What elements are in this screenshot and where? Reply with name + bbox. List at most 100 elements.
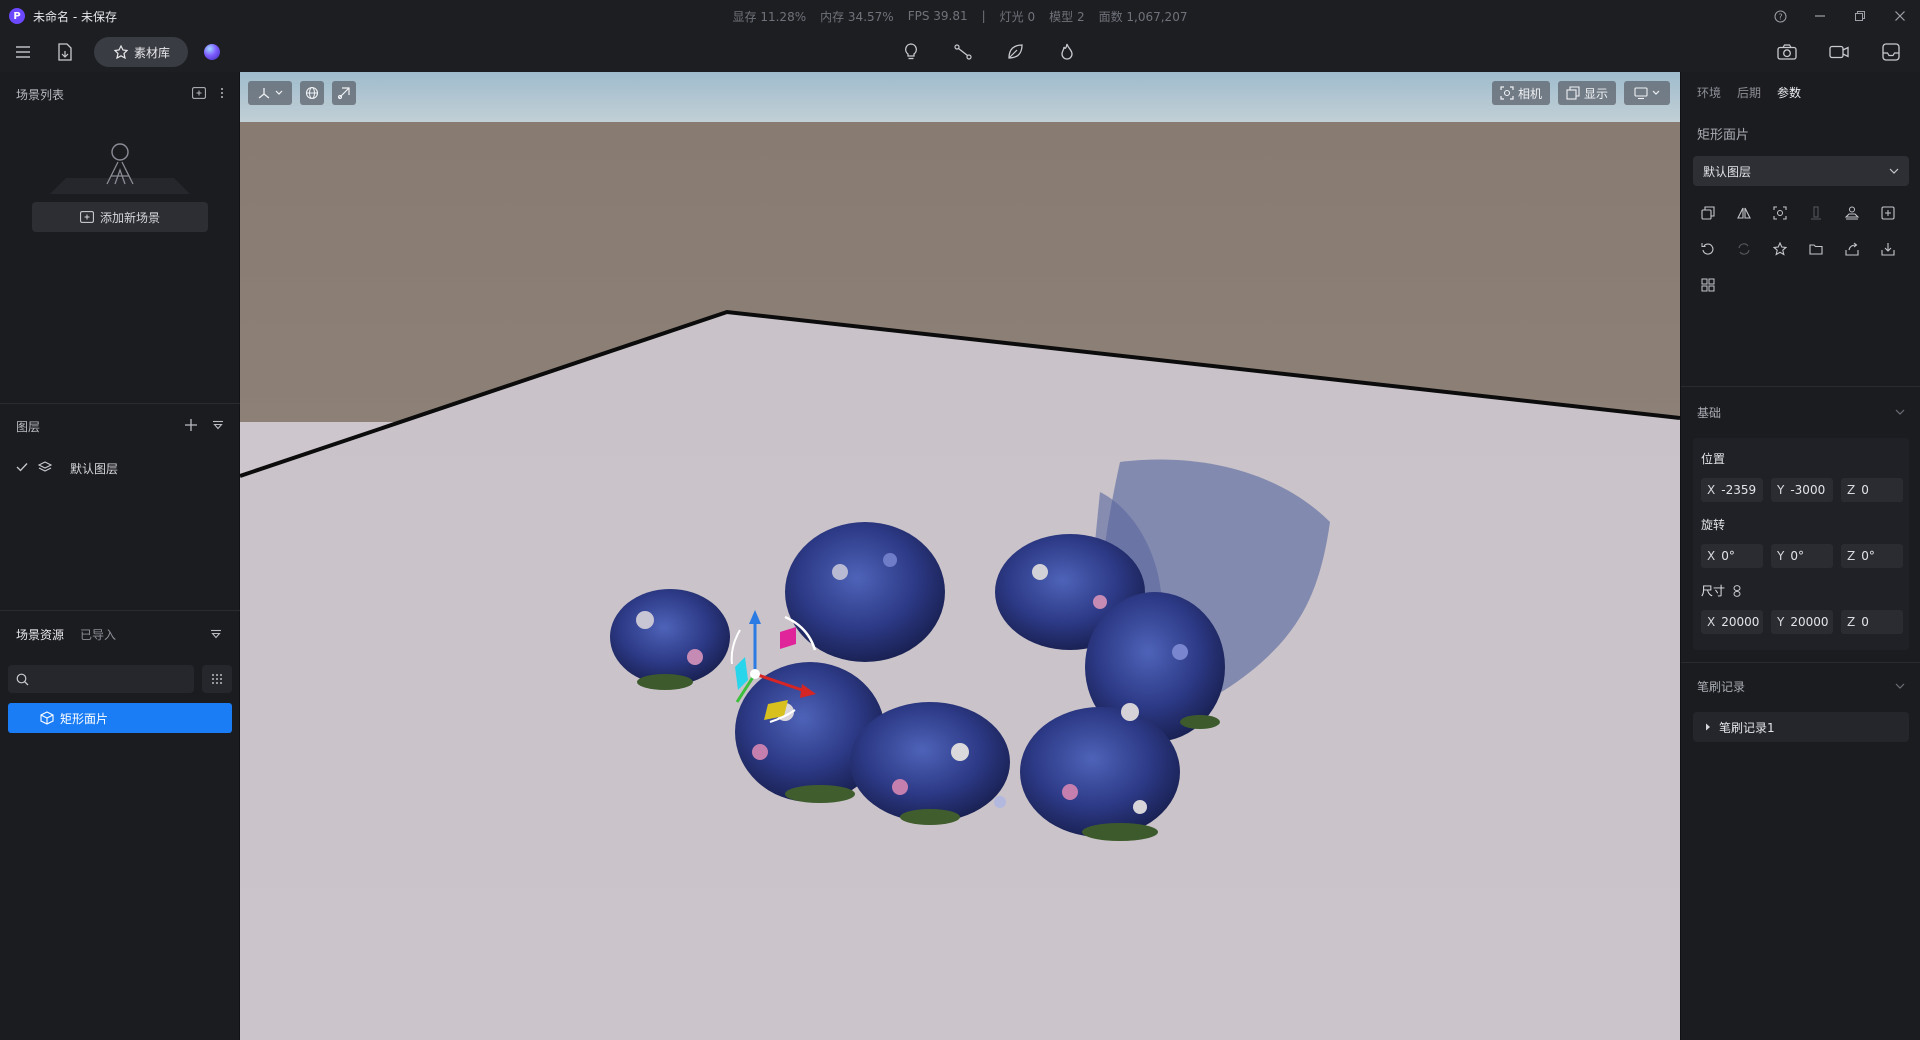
monitor-icon — [1634, 87, 1648, 100]
file-icon[interactable] — [54, 41, 76, 63]
light-bulb-icon[interactable] — [900, 41, 922, 63]
asset-search — [8, 665, 194, 693]
stat-memory: 内存 34.57% — [820, 9, 894, 24]
tab-scene-assets[interactable]: 场景资源 — [16, 626, 64, 643]
camera-view-button[interactable]: 相机 — [1491, 81, 1550, 105]
tab-post[interactable]: 后期 — [1737, 84, 1761, 101]
size-x-field[interactable]: X 20000 — [1701, 610, 1763, 634]
library-icon — [114, 45, 128, 59]
layers-icon — [37, 460, 53, 476]
favorite-icon[interactable] — [1767, 236, 1793, 262]
asset-tabs: 场景资源 已导入 — [16, 624, 116, 644]
fire-icon[interactable] — [1056, 41, 1078, 63]
global-space-button[interactable] — [300, 81, 324, 105]
material-ball-icon[interactable] — [204, 44, 221, 60]
path-tool-icon[interactable] — [952, 41, 974, 63]
snap-button[interactable] — [332, 81, 356, 105]
rotation-z-field[interactable]: Z 0° — [1841, 544, 1903, 568]
add-scene-button[interactable]: 添加新场景 — [32, 202, 208, 232]
display-button[interactable]: 显示 — [1557, 81, 1616, 105]
more-options-icon[interactable] — [220, 87, 224, 102]
tab-imported[interactable]: 已导入 — [80, 626, 116, 643]
3d-viewport[interactable]: 相机 显示 — [240, 72, 1680, 1040]
globe-icon — [305, 86, 319, 100]
scene-add-icon[interactable] — [192, 86, 206, 102]
stat-lights: 灯光 0 — [999, 9, 1036, 24]
transform-properties: 位置 X -2359 Y -3000 Z0 旋转 X 0° Y 0° Z 0° 尺寸 X2… — [1693, 438, 1909, 650]
rotation-y-field[interactable]: Y 0° — [1771, 544, 1833, 568]
search-input[interactable] — [35, 672, 185, 686]
tab-params[interactable]: 参数 — [1777, 84, 1801, 101]
tab-environment[interactable]: 环境 — [1697, 84, 1721, 101]
download-icon[interactable] — [1875, 236, 1901, 262]
divider — [1681, 386, 1920, 387]
add-to-group-icon[interactable] — [1875, 200, 1901, 226]
axis-mode-dropdown[interactable] — [248, 81, 292, 105]
render-output-icon[interactable] — [1880, 41, 1902, 63]
focus-icon[interactable] — [1767, 200, 1793, 226]
view-options-dropdown[interactable] — [1624, 81, 1670, 105]
performance-stats: 显存 11.28% 内存 34.57% FPS 39.81 | 灯光 0 模型 … — [0, 0, 1920, 32]
search-icon — [16, 673, 29, 685]
scene-render[interactable] — [240, 72, 1680, 1040]
layer-item[interactable]: 默认图层 — [16, 458, 118, 478]
menu-icon[interactable] — [12, 41, 34, 63]
add-layer-icon[interactable] — [184, 418, 198, 435]
copy-icon[interactable] — [1695, 200, 1721, 226]
divider — [0, 610, 240, 611]
asset-filter-icon[interactable] — [210, 628, 222, 642]
minimize-icon[interactable] — [1800, 0, 1840, 32]
display-label: 显示 — [1583, 86, 1608, 101]
scene-placeholder-icon — [50, 143, 190, 194]
export-icon[interactable] — [1839, 236, 1865, 262]
chevron-down-icon — [1895, 683, 1905, 689]
window-title: 未命名 - 未保存 — [33, 9, 117, 24]
position-x-field[interactable]: X -2359 — [1701, 478, 1763, 502]
app-logo-icon: P — [9, 8, 25, 24]
size-label: 尺寸 — [1701, 582, 1741, 599]
library-button[interactable]: 素材库 — [94, 37, 189, 67]
video-icon[interactable] — [1828, 41, 1850, 63]
position-label: 位置 — [1701, 452, 1726, 466]
size-z-field[interactable]: Z0 — [1841, 610, 1903, 634]
left-panel: 场景列表 添加新场景 图层 默认图层 场景资源 已导入 矩形面片 — [0, 72, 240, 1040]
grid-view-button[interactable] — [202, 665, 232, 693]
right-panel-tabs: 环境 后期 参数 — [1697, 84, 1801, 101]
brush-section-header[interactable]: 笔刷记录 — [1697, 676, 1905, 696]
layer-filter-icon[interactable] — [212, 419, 224, 433]
position-y-field[interactable]: Y -3000 — [1771, 478, 1833, 502]
layer-select-value: 默认图层 — [1703, 164, 1752, 179]
size-y-field[interactable]: Y 20000 — [1771, 610, 1833, 634]
link-icon[interactable] — [1733, 584, 1741, 597]
array-grid-icon[interactable] — [1695, 272, 1721, 298]
layer-select[interactable]: 默认图层 — [1693, 156, 1909, 186]
basic-section-header[interactable]: 基础 — [1697, 402, 1905, 422]
check-icon[interactable] — [16, 461, 28, 475]
asset-item[interactable]: 矩形面片 — [8, 703, 232, 733]
stat-faces: 面数 1,067,207 — [1098, 9, 1188, 24]
restore-icon[interactable] — [1840, 0, 1880, 32]
close-icon[interactable] — [1880, 0, 1920, 32]
chevron-down-icon — [1652, 90, 1660, 95]
drop-to-ground-icon[interactable] — [1839, 200, 1865, 226]
position-z-field[interactable]: Z0 — [1841, 478, 1903, 502]
brush-record-item[interactable]: 笔刷记录1 — [1693, 712, 1909, 742]
align-icon — [1803, 200, 1829, 226]
reset-rotation-icon[interactable] — [1695, 236, 1721, 262]
camera-frame-icon — [1500, 86, 1514, 100]
cube-icon — [40, 711, 54, 725]
chevron-down-icon — [1895, 409, 1905, 415]
help-icon[interactable]: ? — [1760, 0, 1800, 32]
mirror-icon[interactable] — [1731, 200, 1757, 226]
leaf-icon[interactable] — [1004, 41, 1026, 63]
layers-title: 图层 — [16, 419, 41, 434]
brush-record-label: 笔刷记录1 — [1719, 720, 1775, 735]
chevron-down-icon — [275, 90, 283, 95]
rotation-x-field[interactable]: X 0° — [1701, 544, 1763, 568]
folder-icon[interactable] — [1803, 236, 1829, 262]
svg-text:?: ? — [1778, 12, 1782, 21]
stat-models: 模型 2 — [1049, 9, 1085, 24]
scene-list-header: 场景列表 — [0, 72, 240, 116]
scene-list-title: 场景列表 — [16, 87, 65, 102]
camera-icon[interactable] — [1776, 41, 1798, 63]
